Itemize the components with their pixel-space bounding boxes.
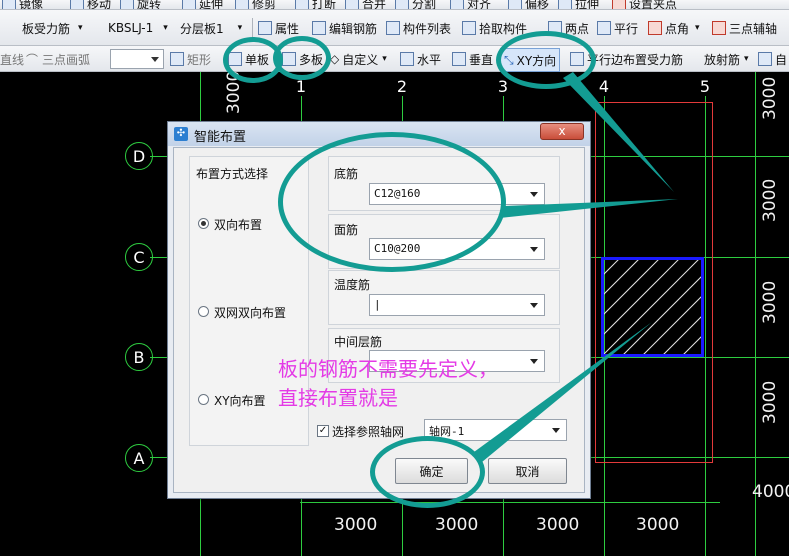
- highlight-multi-slab: [273, 36, 331, 80]
- arrow-to-ok-button: [474, 322, 652, 462]
- arrow-to-xy-direction: [563, 72, 674, 192]
- highlight-ok-button: [370, 436, 485, 508]
- highlight-rebar-fields: [278, 132, 506, 272]
- annotation-line-2: 直接布置就是: [278, 386, 398, 410]
- annotation-line-1: 板的钢筋不需要先定义，: [278, 357, 498, 381]
- arrow-to-bottom-rebar: [500, 199, 678, 218]
- highlight-xy-direction: [496, 31, 596, 89]
